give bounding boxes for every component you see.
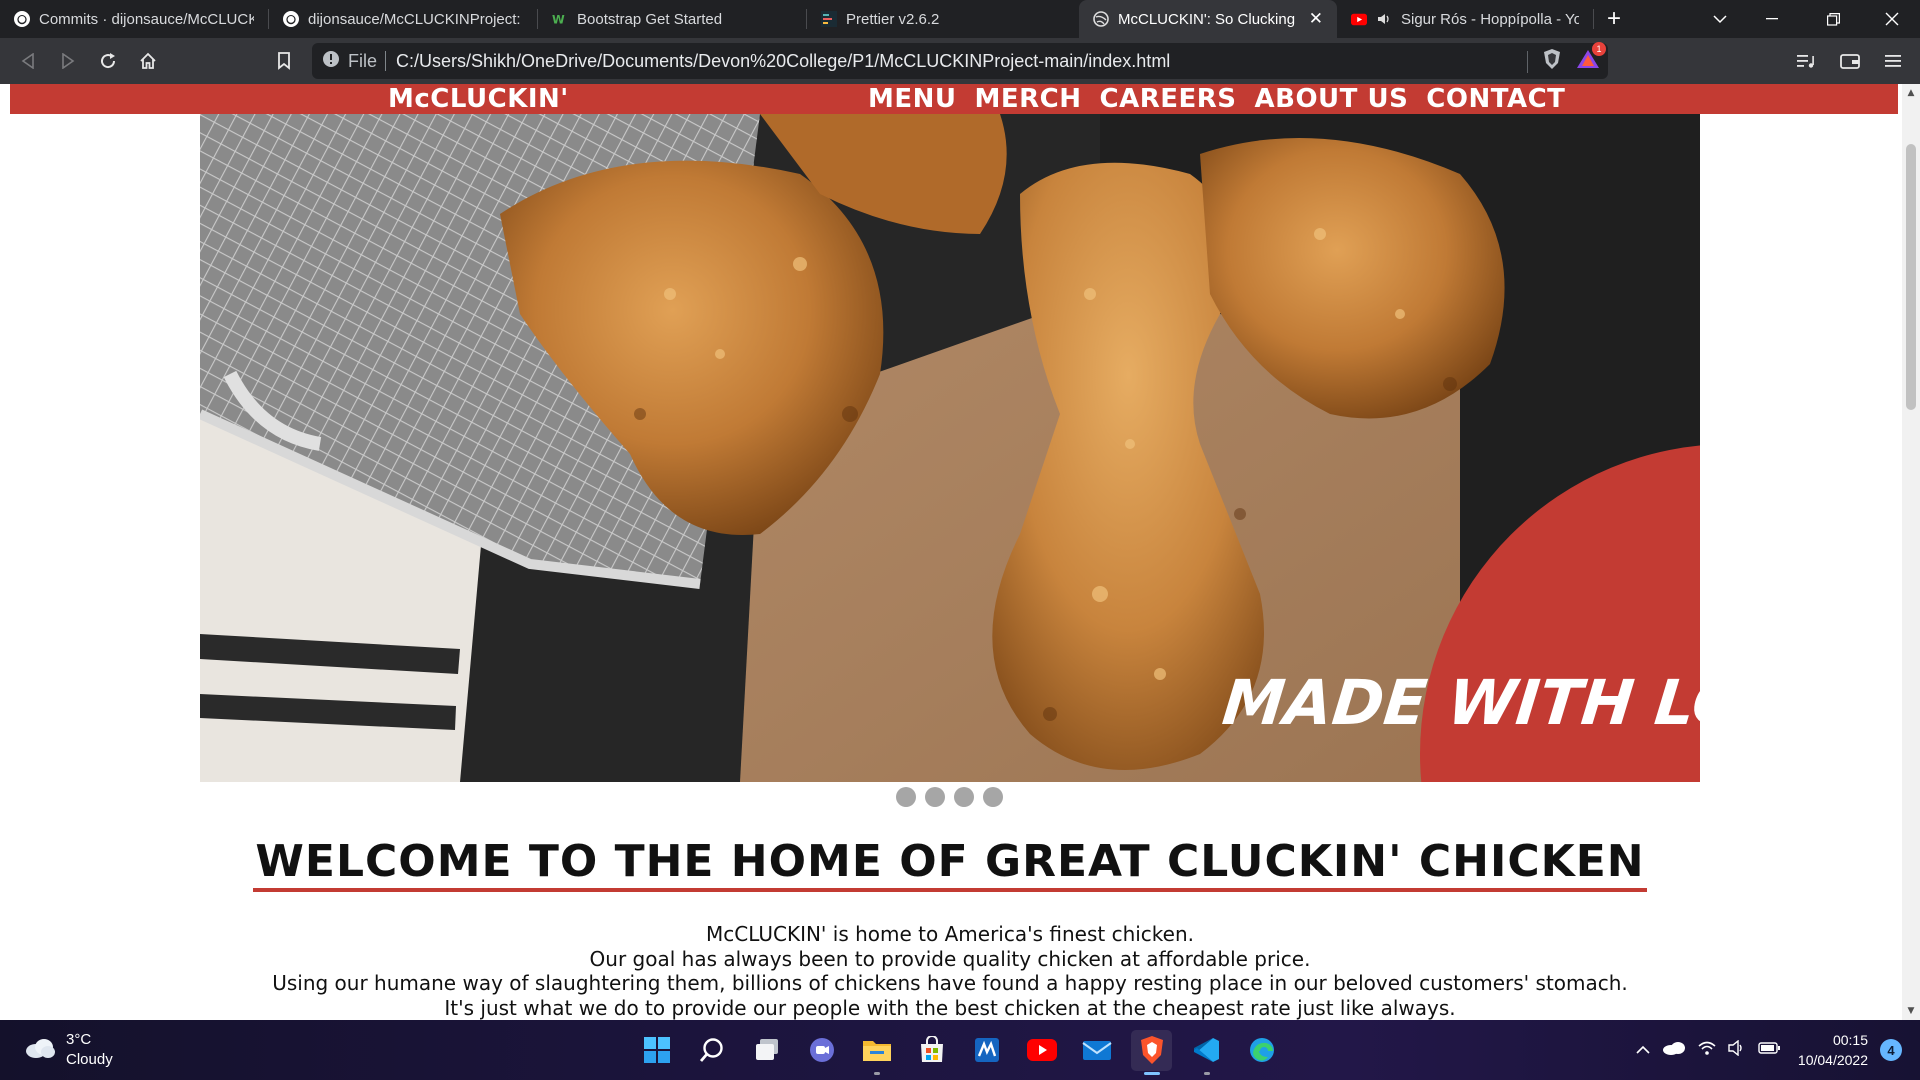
omnibox-divider [1527,50,1528,73]
playlist-icon[interactable] [1786,38,1826,84]
address-bar[interactable]: File C:/Users/Shikh/OneDrive/Documents/D… [312,42,1608,79]
close-window-button[interactable] [1866,0,1918,38]
close-tab-icon[interactable]: ✕ [1309,9,1323,29]
intro-line: McCLUCKIN' is home to America's finest c… [705,922,1195,946]
nav-link-about-us[interactable]: ABOUT US [1255,84,1409,114]
home-icon[interactable] [128,38,168,84]
wallet-icon[interactable] [1830,38,1870,84]
rewards-badge: 1 [1592,42,1606,56]
browser-tab-active[interactable]: McCLUCKIN': So Clucking Go ✕ [1079,0,1337,38]
globe-icon [1093,11,1109,27]
page-scrollbar[interactable]: ▲ ▼ [1902,84,1920,1020]
hero-caption: MADE WITH LOVE [1219,666,1700,739]
nav-link-contact[interactable]: CONTACT [1426,84,1565,114]
scrollbar-thumb[interactable] [1906,144,1916,410]
microsoft-store-icon[interactable] [911,1030,952,1071]
url-divider [385,51,387,71]
forward-arrow-icon[interactable] [48,38,88,84]
onedrive-cloud-icon[interactable] [1662,1041,1686,1060]
clock-time: 00:15 [1832,1032,1868,1048]
battery-icon[interactable] [1758,1041,1780,1059]
taskbar-clock[interactable]: 00:15 10/04/2022 [1798,1030,1868,1070]
nav-link-menu[interactable]: MENU [868,84,957,114]
speaker-playing-icon[interactable] [1376,11,1392,27]
brave-rewards-icon[interactable]: 1 [1576,42,1606,74]
file-explorer-icon[interactable] [856,1030,897,1075]
scroll-up-arrow-icon[interactable]: ▲ [1902,84,1920,102]
system-tray: 00:15 10/04/2022 4 [1636,1020,1902,1080]
carousel-dot[interactable] [983,787,1003,807]
back-arrow-icon[interactable] [8,38,48,84]
browser-tab[interactable]: Sigur Rós - Hoppípolla - YouT [1337,0,1593,38]
welcome-heading: WELCOME TO THE HOME OF GREAT CLUCKIN' CH… [253,836,1647,892]
running-indicator [873,1071,880,1075]
info-icon[interactable] [322,50,340,73]
brave-browser-icon[interactable] [1131,1029,1172,1075]
running-indicator [1203,1071,1210,1075]
teams-chat-icon[interactable] [801,1030,842,1071]
browser-tab[interactable]: Prettier v2.6.2 [807,0,1075,38]
new-tab-button[interactable]: + [1594,0,1634,38]
w3schools-icon: W [552,11,568,27]
svg-text:W: W [552,12,565,26]
weather-widget[interactable]: 3°C Cloudy [24,1030,113,1070]
welcome-section: WELCOME TO THE HOME OF GREAT CLUCKIN' CH… [0,836,1900,892]
task-view-icon[interactable] [746,1030,787,1071]
running-indicator [1143,1071,1160,1075]
site-brand-logo[interactable]: McCLUCKIN' [388,84,569,114]
browser-tab[interactable]: W Bootstrap Get Started [538,0,806,38]
scroll-down-arrow-icon[interactable]: ▼ [1902,1002,1920,1020]
carousel-dot[interactable] [896,787,916,807]
cloudy-weather-icon [24,1037,56,1064]
edge-icon[interactable] [1241,1030,1282,1071]
brave-shields-icon[interactable] [1542,48,1562,75]
intro-paragraph: McCLUCKIN' is home to America's finest c… [0,922,1900,1020]
mathcad-icon[interactable] [966,1030,1007,1071]
hero-carousel-slide[interactable]: MADE WITH LOVE [200,114,1700,782]
intro-line: It's just what we do to provide our peop… [444,995,1456,1020]
reload-icon[interactable] [88,38,128,84]
nav-link-careers[interactable]: CAREERS [1100,84,1237,114]
browser-tab[interactable]: Commits · dijonsauce/McCLUCKIN [0,0,268,38]
weather-condition: Cloudy [66,1051,113,1068]
browser-tab[interactable]: dijonsauce/McCLUCKINProject: F [269,0,537,38]
show-hidden-icons-chevron-icon[interactable] [1636,1041,1650,1059]
url-text[interactable]: C:/Users/Shikh/OneDrive/Documents/Devon%… [396,51,1170,72]
prettier-icon [821,11,837,27]
carousel-dot[interactable] [954,787,974,807]
youtube-app-icon[interactable] [1021,1030,1062,1071]
intro-line: Using our humane way of slaughtering the… [272,971,1628,995]
restore-button[interactable] [1807,0,1859,38]
clock-date: 10/04/2022 [1797,1052,1868,1068]
browser-tab-strip: Commits · dijonsauce/McCLUCKIN dijonsauc… [0,0,1920,38]
site-navbar: McCLUCKIN' MENU MERCH CAREERS ABOUT US C… [10,84,1898,114]
weather-temp: 3°C [66,1031,92,1048]
site-nav-links: MENU MERCH CAREERS ABOUT US CONTACT [868,84,1565,114]
bookmark-icon[interactable] [264,38,304,84]
browser-toolbar: File C:/Users/Shikh/OneDrive/Documents/D… [0,38,1920,84]
github-icon [283,11,299,27]
windows-start-icon[interactable] [636,1030,677,1071]
intro-line: Our goal has always been to provide qual… [589,946,1311,971]
tab-search-chevron-icon[interactable] [1694,0,1746,38]
wifi-icon[interactable] [1698,1040,1716,1061]
fried-chicken-photo: MADE WITH LOVE [200,114,1700,782]
youtube-icon [1351,11,1367,27]
vscode-icon[interactable] [1186,1030,1227,1075]
taskbar-pinned-apps [636,1020,1282,1080]
github-icon [14,11,30,27]
carousel-dot[interactable] [925,787,945,807]
nav-link-merch[interactable]: MERCH [975,84,1082,114]
search-icon[interactable] [691,1030,732,1071]
menu-hamburger-icon[interactable] [1873,38,1913,84]
web-page: McCLUCKIN' MENU MERCH CAREERS ABOUT US C… [0,84,1920,1020]
windows-taskbar: 3°C Cloudy 00:15 10/04/2022 4 [0,1020,1920,1080]
carousel-indicators [896,787,1003,807]
minimize-button[interactable] [1746,0,1798,38]
mail-icon[interactable] [1076,1030,1117,1071]
volume-icon[interactable] [1728,1039,1746,1061]
url-scheme-label: File [348,50,378,71]
notification-count-badge[interactable]: 4 [1880,1039,1902,1061]
